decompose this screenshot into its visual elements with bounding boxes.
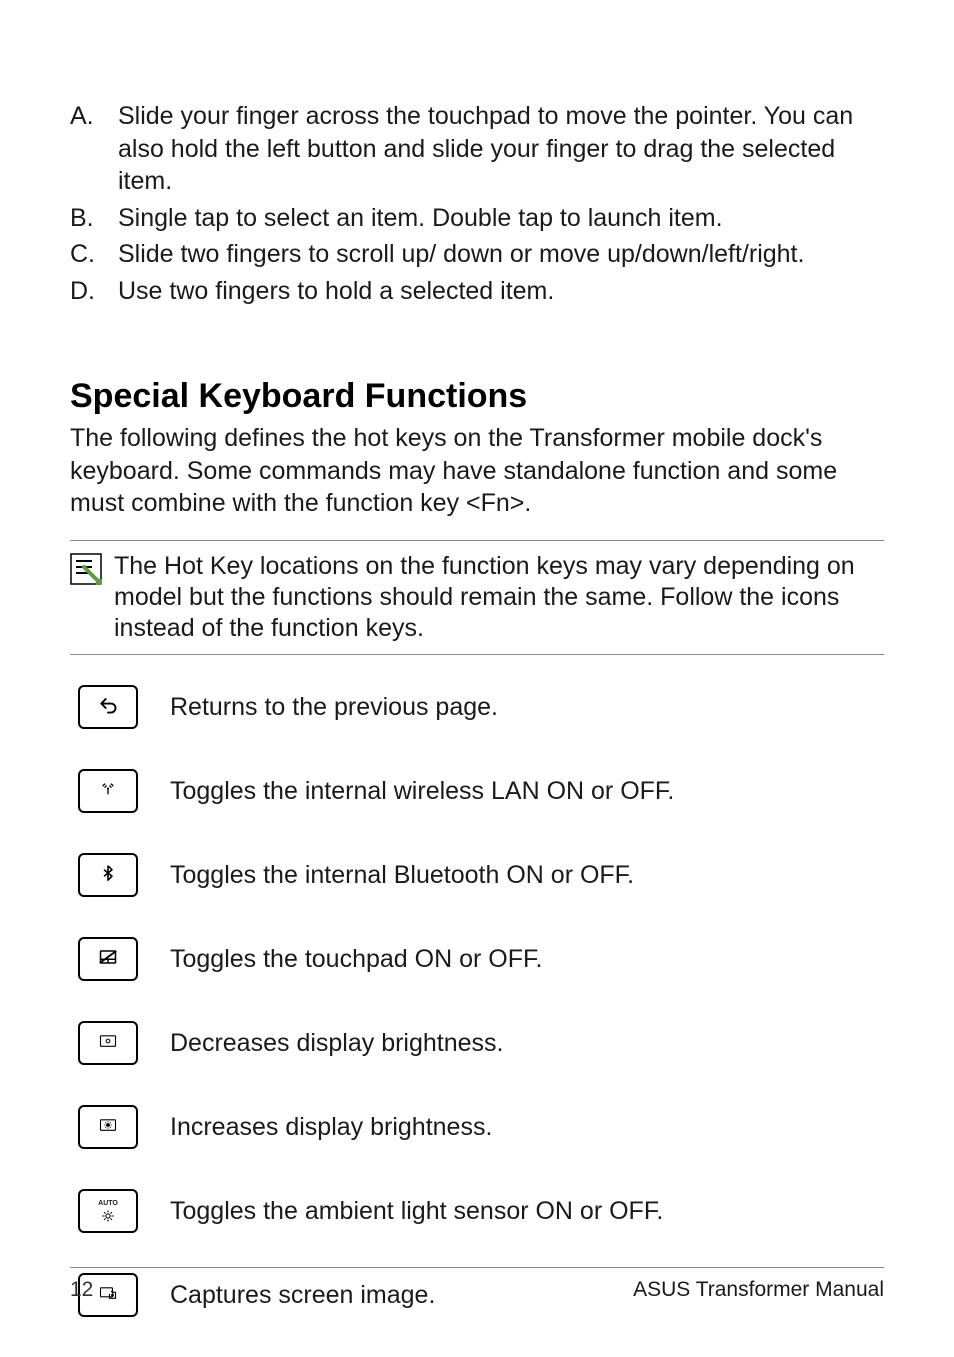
wifi-icon [100, 781, 116, 802]
auto-label: AUTO [98, 1200, 118, 1207]
key-description: Decreases display brightness. [170, 1027, 504, 1060]
lettered-list: A. Slide your finger across the touchpad… [70, 100, 884, 307]
key-row: Increases display brightness. [70, 1105, 884, 1149]
list-letter: A. [70, 100, 118, 198]
key-description: Toggles the touchpad ON or OFF. [170, 943, 542, 976]
page-number: 12 [70, 1278, 93, 1302]
key-box [78, 1021, 138, 1065]
brightness-down-icon [99, 1034, 117, 1053]
key-row: Returns to the previous page. [70, 685, 884, 729]
back-icon [99, 696, 117, 719]
key-description: Returns to the previous page. [170, 691, 498, 724]
list-item: D. Use two fingers to hold a selected it… [70, 275, 884, 308]
key-description: Toggles the internal wireless LAN ON or … [170, 775, 674, 808]
bluetooth-icon [102, 865, 114, 886]
note-text: The Hot Key locations on the function ke… [114, 551, 884, 645]
key-row: Decreases display brightness. [70, 1021, 884, 1065]
note-box: The Hot Key locations on the function ke… [70, 540, 884, 656]
list-text: Use two fingers to hold a selected item. [118, 275, 884, 308]
key-box: AUTO [78, 1189, 138, 1233]
auto-light-icon: AUTO [98, 1200, 118, 1223]
touchpad-off-icon [99, 949, 117, 970]
list-item: A. Slide your finger across the touchpad… [70, 100, 884, 198]
key-box [78, 937, 138, 981]
footer-title: ASUS Transformer Manual [633, 1278, 884, 1302]
section-heading: Special Keyboard Functions [70, 377, 884, 416]
list-letter: C. [70, 238, 118, 271]
key-description: Increases display brightness. [170, 1111, 492, 1144]
key-box [78, 853, 138, 897]
brightness-up-icon [99, 1118, 117, 1137]
list-letter: B. [70, 202, 118, 235]
note-icon [70, 553, 102, 585]
key-row: Toggles the internal Bluetooth ON or OFF… [70, 853, 884, 897]
intro-paragraph: The following defines the hot keys on th… [70, 422, 884, 520]
key-row: Toggles the internal wireless LAN ON or … [70, 769, 884, 813]
list-item: C. Slide two fingers to scroll up/ down … [70, 238, 884, 271]
list-letter: D. [70, 275, 118, 308]
key-box [78, 769, 138, 813]
page-footer: 12 ASUS Transformer Manual [70, 1267, 884, 1302]
list-text: Slide your finger across the touchpad to… [118, 100, 884, 198]
key-row: Toggles the touchpad ON or OFF. [70, 937, 884, 981]
key-row: AUTO Toggles the ambient light sensor ON… [70, 1189, 884, 1233]
key-description: Toggles the internal Bluetooth ON or OFF… [170, 859, 634, 892]
key-box [78, 685, 138, 729]
list-text: Slide two fingers to scroll up/ down or … [118, 238, 884, 271]
list-item: B. Single tap to select an item. Double … [70, 202, 884, 235]
key-box [78, 1105, 138, 1149]
list-text: Single tap to select an item. Double tap… [118, 202, 884, 235]
key-description: Toggles the ambient light sensor ON or O… [170, 1195, 663, 1228]
